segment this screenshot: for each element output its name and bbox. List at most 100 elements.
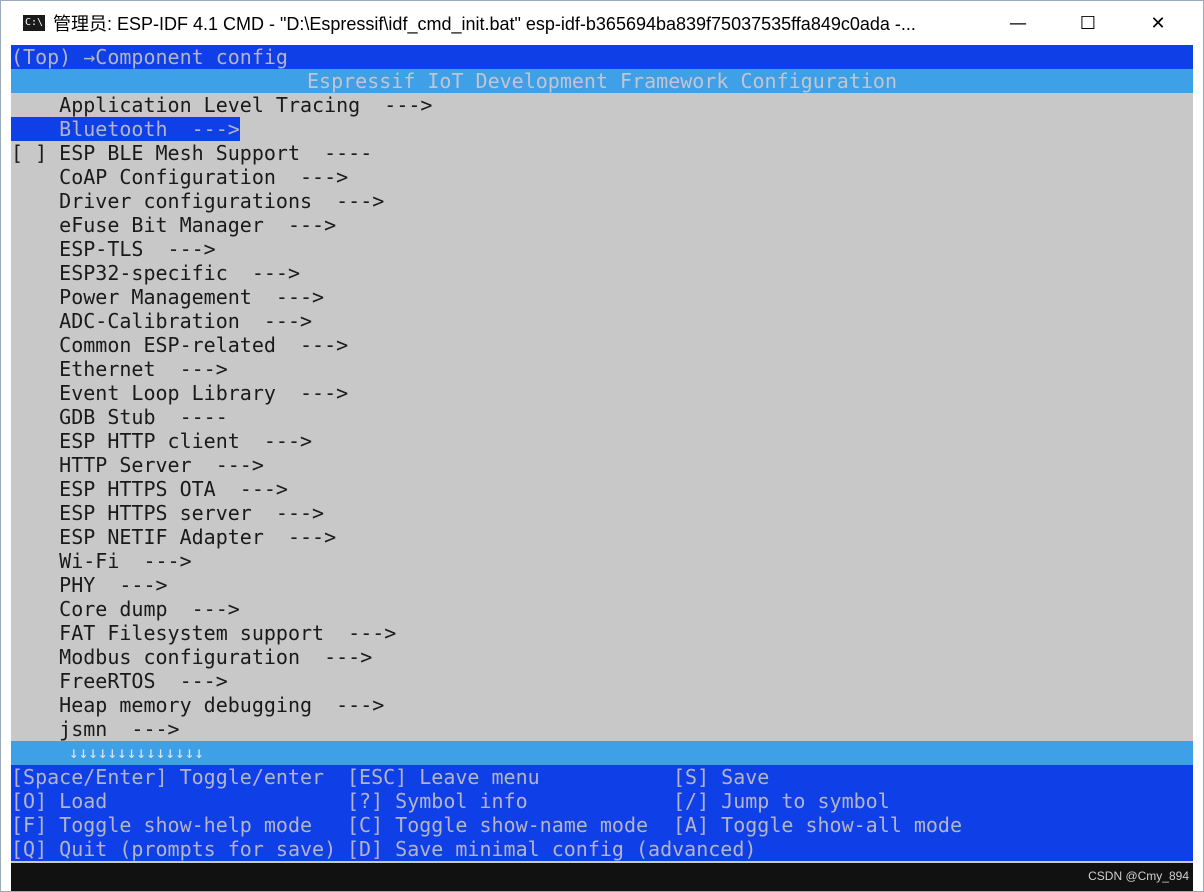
menu-item-prefix xyxy=(11,117,59,141)
menu-item[interactable]: Bluetooth ---> xyxy=(11,117,1193,141)
menu-item-label: Heap memory debugging ---> xyxy=(59,693,385,717)
terminal-area[interactable]: (Top) →Component config Espressif IoT De… xyxy=(11,45,1193,863)
menu-item-prefix xyxy=(11,669,59,693)
menu-item-prefix xyxy=(11,717,59,741)
menu-item-prefix xyxy=(11,597,59,621)
menu-item[interactable]: [ ] ESP BLE Mesh Support ---- xyxy=(11,141,1193,165)
menu-item-label: jsmn ---> xyxy=(59,717,180,741)
menu-item-label: ESP-TLS ---> xyxy=(59,237,216,261)
menu-item[interactable]: eFuse Bit Manager ---> xyxy=(11,213,1193,237)
menu-item-prefix xyxy=(11,309,59,333)
menu-item[interactable]: Driver configurations ---> xyxy=(11,189,1193,213)
close-button[interactable]: ✕ xyxy=(1123,1,1193,45)
menu-item[interactable]: Heap memory debugging ---> xyxy=(11,693,1193,717)
menu-item[interactable]: Application Level Tracing ---> xyxy=(11,93,1193,117)
menu-item[interactable]: ADC-Calibration ---> xyxy=(11,309,1193,333)
menu-item[interactable]: ESP NETIF Adapter ---> xyxy=(11,525,1193,549)
menu-item-label: GDB Stub ---- xyxy=(59,405,228,429)
menu-item[interactable]: GDB Stub ---- xyxy=(11,405,1193,429)
menu-item-label: Modbus configuration ---> xyxy=(59,645,373,669)
breadcrumb: (Top) →Component config xyxy=(11,45,1193,69)
menu-item-prefix xyxy=(11,693,59,717)
key-hint: [D] Save minimal config (advanced) xyxy=(347,837,757,861)
menu-item[interactable]: ESP HTTP client ---> xyxy=(11,429,1193,453)
menu-item-label: Wi-Fi ---> xyxy=(59,549,192,573)
menu-item[interactable]: Modbus configuration ---> xyxy=(11,645,1193,669)
window-title: 管理员: ESP-IDF 4.1 CMD - "D:\Espressif\idf… xyxy=(53,14,916,34)
menu-item-prefix xyxy=(11,357,59,381)
menu-item[interactable]: jsmn ---> xyxy=(11,717,1193,741)
menu-item-label: FAT Filesystem support ---> xyxy=(59,621,397,645)
menu-item-label: CoAP Configuration ---> xyxy=(59,165,349,189)
menu-item[interactable]: FAT Filesystem support ---> xyxy=(11,621,1193,645)
footer-row: [F] Toggle show-help mode [C] Toggle show… xyxy=(11,813,1193,837)
menu-item-label: HTTP Server ---> xyxy=(59,453,264,477)
menu-item-label: Common ESP-related ---> xyxy=(59,333,349,357)
menu-heading: Espressif IoT Development Framework Conf… xyxy=(11,69,1193,93)
menu-item-label: FreeRTOS ---> xyxy=(59,669,228,693)
more-items-indicator: ↓↓↓↓↓↓↓↓↓↓↓↓↓↓ xyxy=(11,741,1193,765)
menu-item-prefix xyxy=(11,477,59,501)
down-arrows-icon: ↓↓↓↓↓↓↓↓↓↓↓↓↓↓ xyxy=(69,743,204,762)
menu-item-prefix xyxy=(11,429,59,453)
menu-item-prefix xyxy=(11,165,59,189)
menu-item[interactable]: PHY ---> xyxy=(11,573,1193,597)
menu-item[interactable]: CoAP Configuration ---> xyxy=(11,165,1193,189)
menu-item-prefix xyxy=(11,237,59,261)
bottom-strip xyxy=(11,863,1193,891)
menu-item-label: Core dump ---> xyxy=(59,597,240,621)
key-hint: [?] Symbol info xyxy=(347,789,528,813)
menu-item-prefix xyxy=(11,573,59,597)
menu-item[interactable]: FreeRTOS ---> xyxy=(11,669,1193,693)
maximize-button[interactable]: ☐ xyxy=(1053,1,1123,45)
menu-item-prefix xyxy=(11,645,59,669)
menu-item-prefix xyxy=(11,333,59,357)
menu-item-prefix xyxy=(11,549,59,573)
menu-item-label: ESP HTTPS OTA ---> xyxy=(59,477,288,501)
menu-item-label: Application Level Tracing ---> xyxy=(59,93,433,117)
console-window: C:\ 管理员: ESP-IDF 4.1 CMD - "D:\Espressif… xyxy=(0,0,1204,892)
footer-row: [O] Load [?] Symbol info [/] Jump to symbo… xyxy=(11,789,1193,813)
menu-item[interactable]: ESP HTTPS server ---> xyxy=(11,501,1193,525)
key-hint: [C] Toggle show-name mode xyxy=(347,813,649,837)
key-hint: [F] Toggle show-help mode xyxy=(11,813,313,837)
menu-item-prefix xyxy=(11,261,59,285)
menu-item[interactable]: HTTP Server ---> xyxy=(11,453,1193,477)
menu-item-label: Power Management ---> xyxy=(59,285,325,309)
menu-item-prefix xyxy=(11,525,59,549)
title-bar[interactable]: C:\ 管理员: ESP-IDF 4.1 CMD - "D:\Espressif… xyxy=(1,1,1203,45)
key-hint: [ESC] Leave menu xyxy=(347,765,540,789)
footer-row: [Q] Quit (prompts for save) [D] Save mini… xyxy=(11,837,1193,861)
menu-item-prefix xyxy=(11,381,59,405)
menu-item-prefix xyxy=(11,93,59,117)
menu-item[interactable]: Wi-Fi ---> xyxy=(11,549,1193,573)
menu-item[interactable]: Power Management ---> xyxy=(11,285,1193,309)
menu-item-label: ESP HTTPS server ---> xyxy=(59,501,325,525)
key-hint: [/] Jump to symbol xyxy=(673,789,890,813)
menu-item-prefix xyxy=(11,501,59,525)
menu-item-label: Bluetooth ---> xyxy=(59,117,240,141)
menu-item[interactable]: Ethernet ---> xyxy=(11,357,1193,381)
menu-item[interactable]: Event Loop Library ---> xyxy=(11,381,1193,405)
key-hint: [Space/Enter] Toggle/enter xyxy=(11,765,325,789)
menu-item-label: PHY ---> xyxy=(59,573,168,597)
menu-item[interactable]: ESP HTTPS OTA ---> xyxy=(11,477,1193,501)
minimize-button[interactable]: — xyxy=(983,1,1053,45)
menu-item-label: ESP32-specific ---> xyxy=(59,261,300,285)
menu-item-label: ADC-Calibration ---> xyxy=(59,309,313,333)
footer-row: [Space/Enter] Toggle/enter [ESC] Leave me… xyxy=(11,765,1193,789)
menu-item[interactable]: Common ESP-related ---> xyxy=(11,333,1193,357)
key-hint: [O] Load xyxy=(11,789,108,813)
watermark: CSDN @Cmy_894 xyxy=(1088,869,1189,883)
menu-item-prefix xyxy=(11,213,59,237)
menu-item[interactable]: ESP32-specific ---> xyxy=(11,261,1193,285)
key-hint: [A] Toggle show-all mode xyxy=(673,813,962,837)
menu-item-label: Ethernet ---> xyxy=(59,357,228,381)
cmd-app-icon: C:\ xyxy=(23,15,45,31)
key-hint: [S] Save xyxy=(673,765,770,789)
menu-item[interactable]: Core dump ---> xyxy=(11,597,1193,621)
menu-item-prefix xyxy=(11,189,59,213)
menu-item-prefix xyxy=(11,285,59,309)
menu-item-label: ESP BLE Mesh Support ---- xyxy=(59,141,373,165)
menu-item[interactable]: ESP-TLS ---> xyxy=(11,237,1193,261)
